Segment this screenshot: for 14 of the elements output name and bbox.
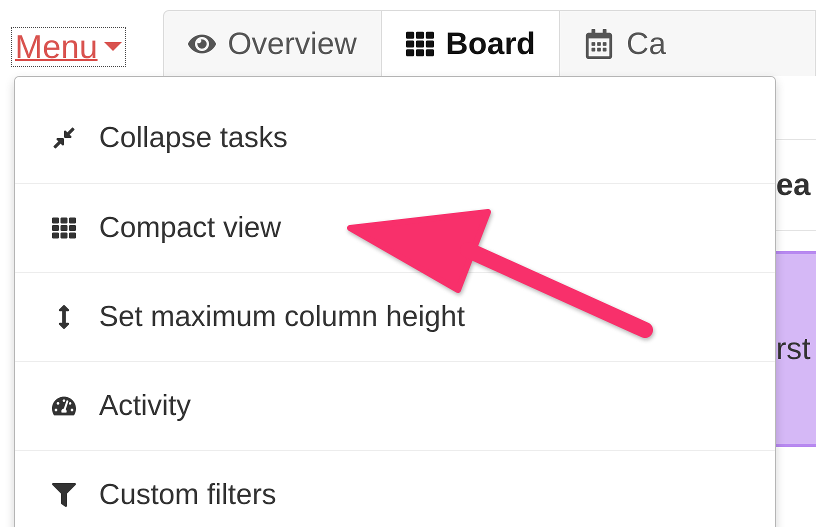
gauge-icon xyxy=(52,394,76,418)
menu-item[interactable]: Activity xyxy=(15,362,775,451)
calendar-icon xyxy=(584,28,614,58)
menu-item[interactable]: Custom filters xyxy=(15,451,775,527)
card-text: rst xyxy=(776,331,810,367)
caret-icon xyxy=(104,42,122,52)
grid-icon xyxy=(406,30,434,58)
filter-icon xyxy=(52,483,76,507)
menu-link[interactable]: Menu xyxy=(12,28,125,66)
grid-icon xyxy=(52,216,76,240)
view-tab[interactable]: Board xyxy=(382,11,560,76)
compress-arrows-icon xyxy=(52,126,76,150)
view-tab[interactable]: Ca xyxy=(560,11,666,76)
menu-item[interactable]: Collapse tasks xyxy=(15,93,775,184)
